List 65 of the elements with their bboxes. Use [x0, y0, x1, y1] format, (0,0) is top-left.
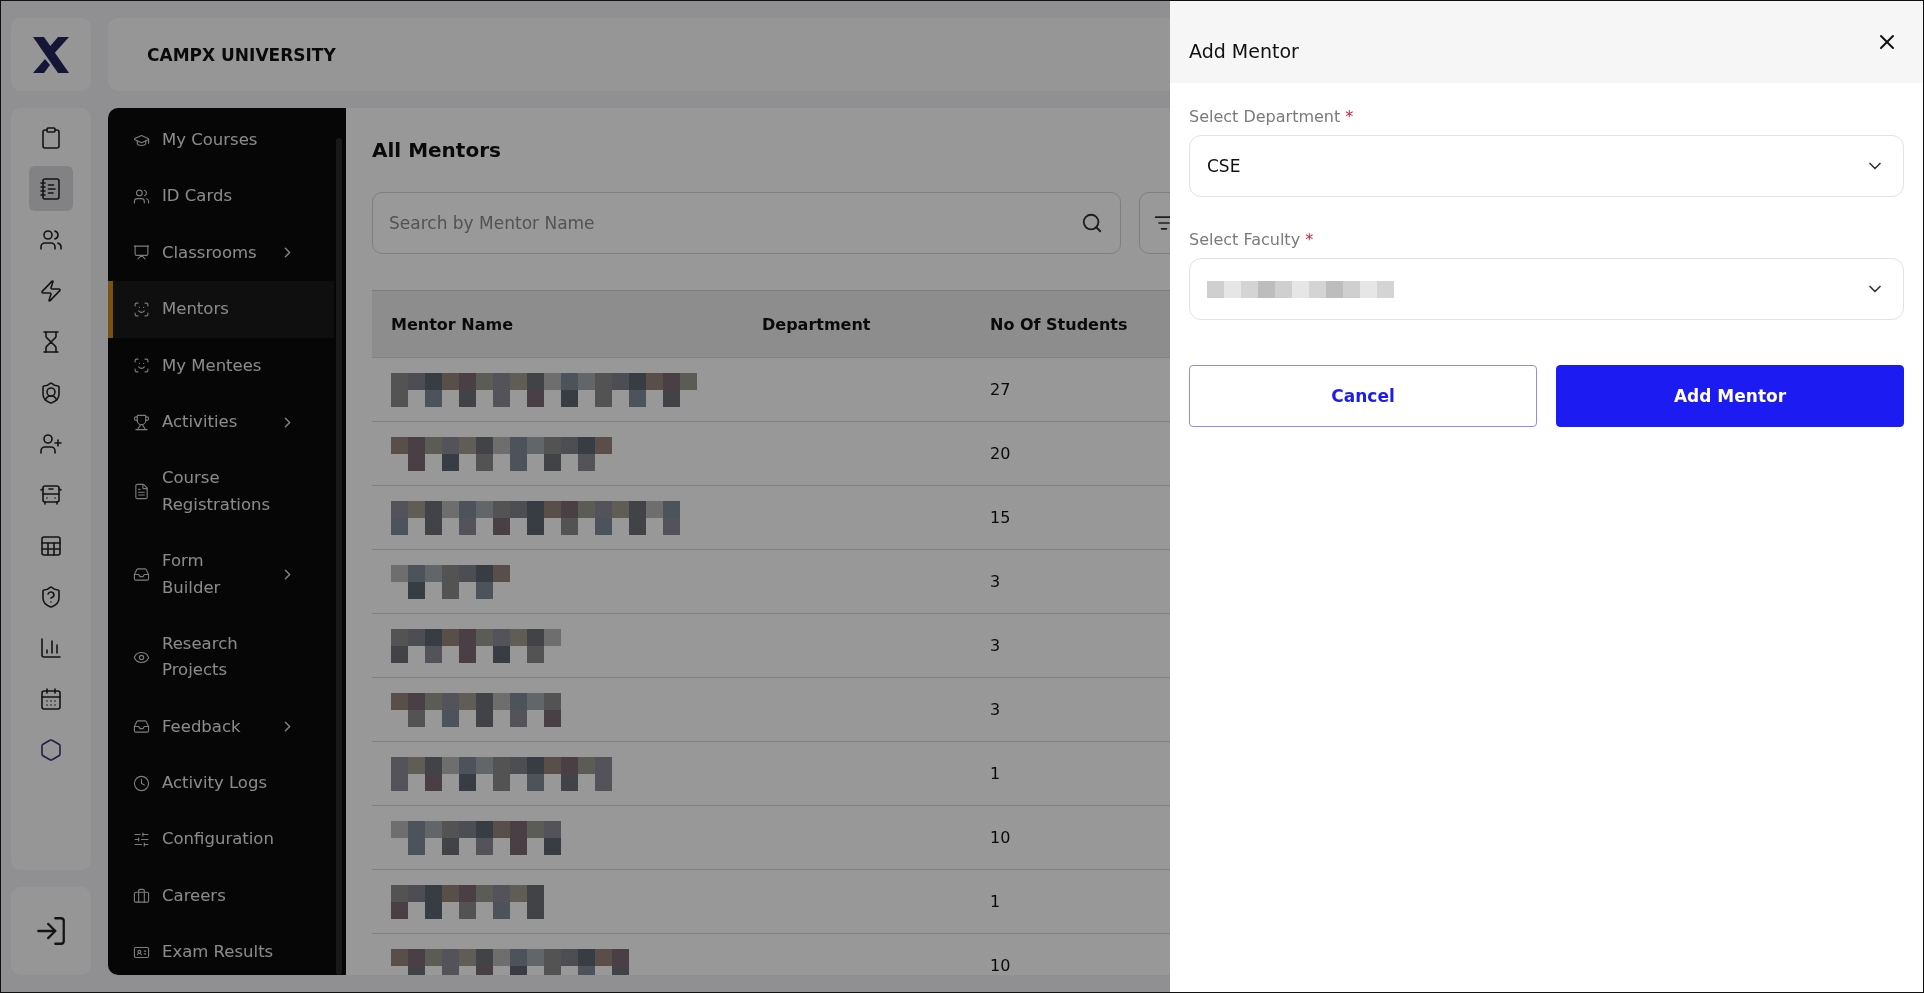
user-plus-icon	[39, 431, 63, 456]
table-cell-text: 10	[989, 828, 1012, 847]
hexagon-icon	[39, 737, 63, 762]
clipboard-icon	[39, 125, 63, 150]
search-icon	[1081, 212, 1103, 234]
field-label: Select Faculty *	[1189, 230, 1315, 249]
table-cell-text: 1	[989, 764, 1002, 783]
sidebar-item[interactable]: Classrooms	[108, 224, 334, 282]
sliders-icon	[133, 831, 150, 849]
face-scan-icon	[133, 357, 150, 375]
sidebar-item[interactable]: My Mentees	[108, 337, 334, 394]
rail-button[interactable]	[29, 166, 73, 211]
field-label: Select Department *	[1189, 107, 1355, 126]
trophy-icon	[133, 413, 150, 431]
table-cell-text: 15	[989, 508, 1012, 527]
scrollbar[interactable]	[336, 138, 342, 975]
sidebar-item[interactable]: ID Cards	[108, 168, 334, 225]
logo-icon	[31, 34, 71, 75]
table-cell-text: 10	[989, 956, 1012, 975]
sidebar-item[interactable]: Mentors	[108, 281, 334, 338]
sidebar-item[interactable]: Research Projects	[108, 615, 334, 699]
sidebar-item[interactable]: My Courses	[108, 112, 334, 169]
briefcase-icon	[133, 887, 150, 905]
sidebar-item[interactable]: Configuration	[108, 811, 334, 868]
drawer-title: Add Mentor	[1189, 40, 1299, 62]
inbox-icon	[133, 566, 150, 583]
sidebar-item[interactable]: Careers	[108, 867, 334, 925]
table-cell-text: 3	[989, 572, 1002, 591]
sidebar-item[interactable]: Feedback	[108, 698, 334, 756]
logout-icon[interactable]	[34, 914, 68, 948]
cancel-button[interactable]: Cancel	[1189, 365, 1537, 427]
users-icon	[133, 188, 150, 206]
notebook-icon	[39, 176, 63, 201]
calendar-icon	[39, 686, 63, 711]
clock-icon	[133, 774, 150, 792]
select-field[interactable]	[1189, 258, 1904, 320]
table-cell-text: 3	[989, 700, 1002, 719]
table-icon	[39, 533, 63, 558]
shield-user-icon	[39, 380, 63, 405]
lightning-icon	[39, 278, 63, 303]
search-field[interactable]: Search by Mentor Name	[372, 192, 1121, 254]
bus-icon	[39, 482, 63, 507]
inbox-icon	[133, 718, 150, 736]
document-icon	[133, 483, 150, 501]
bar-chart-icon	[39, 635, 63, 660]
table-cell-text: 3	[989, 636, 1002, 655]
page-title: All Mentors	[372, 138, 502, 162]
sidebar-item[interactable]: Form Builder	[108, 533, 334, 616]
table-cell-text: 20	[989, 444, 1012, 463]
sidebar-item[interactable]: Course Registrations	[108, 450, 334, 534]
sidebar-item[interactable]: Activities	[108, 393, 334, 451]
select-field[interactable]: CSE	[1189, 135, 1904, 197]
column-header: Department	[761, 314, 872, 334]
sidebar-item[interactable]: Exam Results	[108, 924, 334, 975]
users-icon	[39, 227, 63, 252]
column-header: Mentor Name	[390, 314, 514, 334]
sidebar-item[interactable]: Activity Logs	[108, 755, 334, 812]
table-cell-text: 27	[989, 380, 1012, 399]
presentation-icon	[133, 244, 150, 262]
university-name: CAMPX UNIVERSITY	[147, 44, 336, 65]
shield-icon	[39, 584, 63, 609]
table-cell-text: 1	[989, 892, 1002, 911]
column-header: No Of Students	[989, 314, 1129, 334]
add-mentor-button[interactable]: Add Mentor	[1556, 365, 1904, 427]
face-scan-icon	[133, 300, 150, 318]
